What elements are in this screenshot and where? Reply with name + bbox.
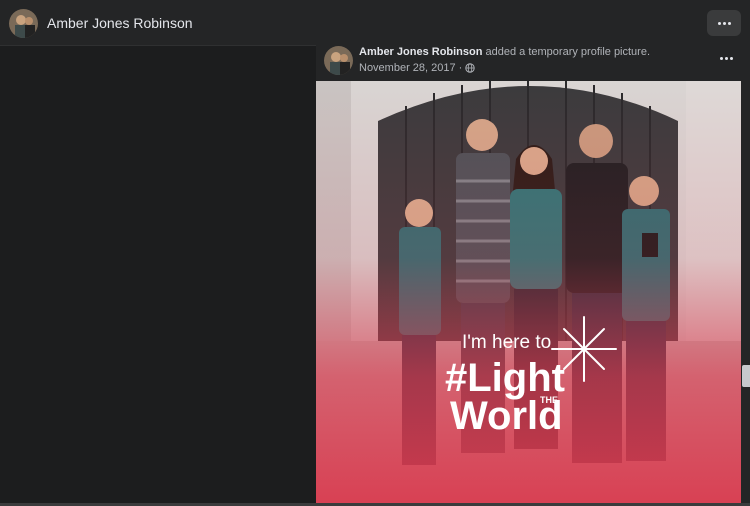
left-pane: [0, 46, 316, 506]
post-meta: November 28, 2017 ·: [359, 62, 475, 74]
post-date[interactable]: November 28, 2017: [359, 62, 456, 74]
avatar-image: [9, 9, 38, 38]
post-more-button[interactable]: [718, 52, 734, 64]
post-author-name[interactable]: Amber Jones Robinson: [359, 46, 482, 58]
more-horizontal-icon: [717, 21, 731, 25]
more-options-button[interactable]: [707, 10, 741, 36]
page-header: Amber Jones Robinson: [0, 0, 750, 46]
more-horizontal-icon: [719, 56, 733, 60]
avatar-image: [324, 46, 353, 75]
post-author-avatar[interactable]: [324, 46, 353, 75]
globe-icon: [465, 63, 475, 73]
post-title: Amber Jones Robinson added a temporary p…: [359, 46, 650, 58]
scroll-handle[interactable]: [742, 365, 750, 387]
frame-text-line1: I'm here to: [462, 332, 551, 353]
post-header: Amber Jones Robinson added a temporary p…: [316, 41, 750, 81]
family-photo-with-frame: I'm here to #Light THE World: [316, 81, 741, 503]
profile-name[interactable]: Amber Jones Robinson: [47, 15, 193, 31]
post-action-text: added a temporary profile picture.: [485, 46, 651, 58]
frame-text-line3: World: [450, 394, 563, 438]
post-card: Amber Jones Robinson added a temporary p…: [316, 41, 750, 506]
profile-avatar[interactable]: [9, 9, 38, 38]
meta-separator: ·: [458, 62, 463, 74]
profile-picture-photo[interactable]: I'm here to #Light THE World: [316, 81, 741, 503]
